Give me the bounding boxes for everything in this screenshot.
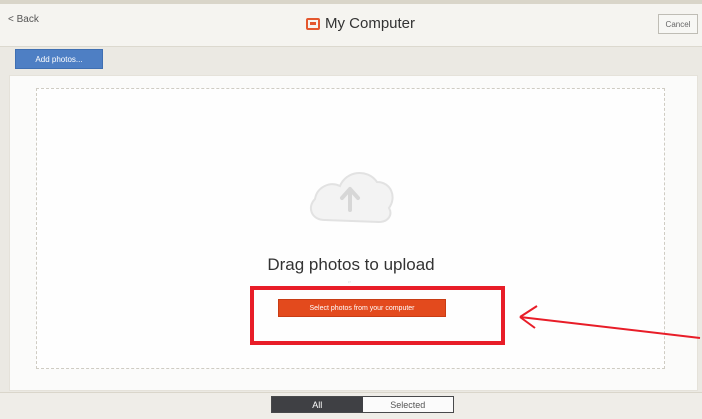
cancel-button[interactable]: Cancel [658,14,698,34]
tab-all[interactable]: All [272,397,363,412]
highlight-box [250,286,505,345]
arrow-icon [519,305,701,339]
back-button[interactable]: < Back [8,14,39,25]
cloud-upload-icon [309,172,394,224]
window-title: My Computer [306,15,415,32]
window-title-label: My Computer [325,15,416,32]
divider [0,46,702,47]
tab-selected[interactable]: Selected [362,397,453,412]
drag-instructions: Drag photos to upload [267,255,435,274]
view-toggle: All Selected [271,396,454,413]
add-photos-button[interactable]: Add photos... [15,49,103,69]
top-bar: < Back My Computer Cancel [0,0,702,46]
folder-icon [306,17,320,30]
